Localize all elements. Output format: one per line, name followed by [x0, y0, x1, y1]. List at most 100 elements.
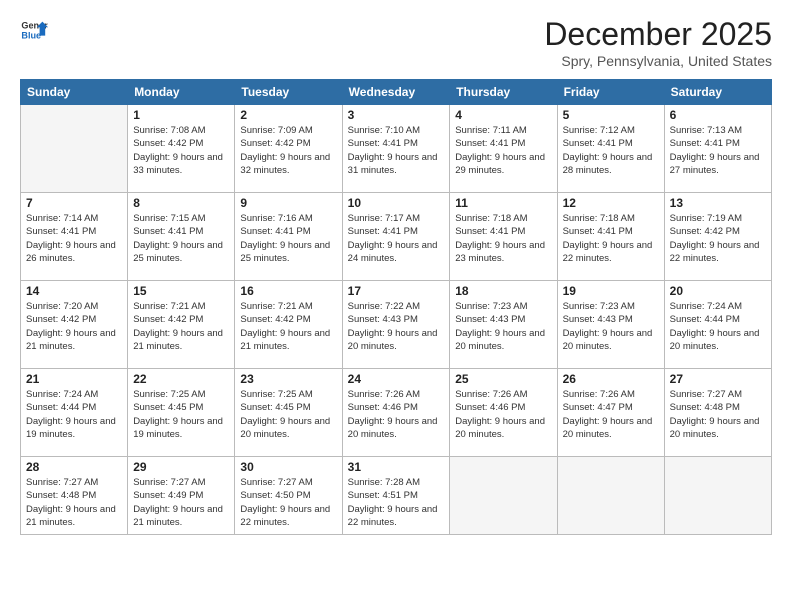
- calendar-cell: 16 Sunrise: 7:21 AM Sunset: 4:42 PM Dayli…: [235, 281, 342, 369]
- day-number: 19: [563, 284, 659, 298]
- day-info: Sunrise: 7:22 AM Sunset: 4:43 PM Dayligh…: [348, 300, 445, 353]
- day-info: Sunrise: 7:24 AM Sunset: 4:44 PM Dayligh…: [26, 388, 122, 441]
- column-header-saturday: Saturday: [664, 80, 771, 105]
- day-number: 9: [240, 196, 336, 210]
- day-number: 24: [348, 372, 445, 386]
- day-number: 5: [563, 108, 659, 122]
- day-info: Sunrise: 7:23 AM Sunset: 4:43 PM Dayligh…: [455, 300, 551, 353]
- day-number: 22: [133, 372, 229, 386]
- calendar-cell: 31 Sunrise: 7:28 AM Sunset: 4:51 PM Dayli…: [342, 457, 450, 535]
- calendar-cell: 10 Sunrise: 7:17 AM Sunset: 4:41 PM Dayli…: [342, 193, 450, 281]
- day-info: Sunrise: 7:25 AM Sunset: 4:45 PM Dayligh…: [240, 388, 336, 441]
- day-number: 17: [348, 284, 445, 298]
- calendar-cell: 14Sunrise: 7:20 AM Sunset: 4:42 PM Dayli…: [21, 281, 128, 369]
- day-number: 28: [26, 460, 122, 474]
- day-number: 15: [133, 284, 229, 298]
- day-info: Sunrise: 7:17 AM Sunset: 4:41 PM Dayligh…: [348, 212, 445, 265]
- day-number: 6: [670, 108, 766, 122]
- calendar-header-row: SundayMondayTuesdayWednesdayThursdayFrid…: [21, 80, 772, 105]
- calendar-cell: 27 Sunrise: 7:27 AM Sunset: 4:48 PM Dayli…: [664, 369, 771, 457]
- logo: General Blue: [20, 16, 48, 44]
- calendar-cell: 18Sunrise: 7:23 AM Sunset: 4:43 PM Dayli…: [450, 281, 557, 369]
- day-info: Sunrise: 7:27 AM Sunset: 4:49 PM Dayligh…: [133, 476, 229, 529]
- column-header-wednesday: Wednesday: [342, 80, 450, 105]
- day-info: Sunrise: 7:25 AM Sunset: 4:45 PM Dayligh…: [133, 388, 229, 441]
- calendar-cell: 3Sunrise: 7:10 AM Sunset: 4:41 PM Daylig…: [342, 105, 450, 193]
- day-number: 16: [240, 284, 336, 298]
- calendar-cell: 17 Sunrise: 7:22 AM Sunset: 4:43 PM Dayli…: [342, 281, 450, 369]
- calendar-cell: 22 Sunrise: 7:25 AM Sunset: 4:45 PM Dayli…: [128, 369, 235, 457]
- calendar-cell: 23 Sunrise: 7:25 AM Sunset: 4:45 PM Dayli…: [235, 369, 342, 457]
- day-info: Sunrise: 7:21 AM Sunset: 4:42 PM Dayligh…: [133, 300, 229, 353]
- header: General Blue December 2025 Spry, Pennsyl…: [20, 16, 772, 69]
- day-info: Sunrise: 7:26 AM Sunset: 4:47 PM Dayligh…: [563, 388, 659, 441]
- calendar-cell: [557, 457, 664, 535]
- day-info: Sunrise: 7:15 AM Sunset: 4:41 PM Dayligh…: [133, 212, 229, 265]
- column-header-sunday: Sunday: [21, 80, 128, 105]
- day-info: Sunrise: 7:08 AM Sunset: 4:42 PM Dayligh…: [133, 124, 229, 177]
- calendar-cell: 24Sunrise: 7:26 AM Sunset: 4:46 PM Dayli…: [342, 369, 450, 457]
- day-number: 7: [26, 196, 122, 210]
- day-number: 31: [348, 460, 445, 474]
- calendar-cell: 25 Sunrise: 7:26 AM Sunset: 4:46 PM Dayli…: [450, 369, 557, 457]
- day-number: 12: [563, 196, 659, 210]
- day-number: 1: [133, 108, 229, 122]
- day-number: 25: [455, 372, 551, 386]
- day-info: Sunrise: 7:11 AM Sunset: 4:41 PM Dayligh…: [455, 124, 551, 177]
- calendar-cell: 6 Sunrise: 7:13 AM Sunset: 4:41 PM Daylig…: [664, 105, 771, 193]
- calendar: SundayMondayTuesdayWednesdayThursdayFrid…: [20, 79, 772, 535]
- calendar-cell: 1 Sunrise: 7:08 AM Sunset: 4:42 PM Daylig…: [128, 105, 235, 193]
- calendar-cell: 7 Sunrise: 7:14 AM Sunset: 4:41 PM Daylig…: [21, 193, 128, 281]
- column-header-tuesday: Tuesday: [235, 80, 342, 105]
- calendar-cell: 26 Sunrise: 7:26 AM Sunset: 4:47 PM Dayli…: [557, 369, 664, 457]
- calendar-cell: 13 Sunrise: 7:19 AM Sunset: 4:42 PM Dayli…: [664, 193, 771, 281]
- day-info: Sunrise: 7:21 AM Sunset: 4:42 PM Dayligh…: [240, 300, 336, 353]
- column-header-thursday: Thursday: [450, 80, 557, 105]
- day-info: Sunrise: 7:27 AM Sunset: 4:50 PM Dayligh…: [240, 476, 336, 529]
- logo-icon: General Blue: [20, 16, 48, 44]
- calendar-cell: 15 Sunrise: 7:21 AM Sunset: 4:42 PM Dayli…: [128, 281, 235, 369]
- day-info: Sunrise: 7:26 AM Sunset: 4:46 PM Dayligh…: [455, 388, 551, 441]
- day-info: Sunrise: 7:27 AM Sunset: 4:48 PM Dayligh…: [670, 388, 766, 441]
- day-info: Sunrise: 7:13 AM Sunset: 4:41 PM Dayligh…: [670, 124, 766, 177]
- day-number: 3: [348, 108, 445, 122]
- day-number: 20: [670, 284, 766, 298]
- day-info: Sunrise: 7:18 AM Sunset: 4:41 PM Dayligh…: [563, 212, 659, 265]
- calendar-cell: [450, 457, 557, 535]
- day-info: Sunrise: 7:19 AM Sunset: 4:42 PM Dayligh…: [670, 212, 766, 265]
- calendar-cell: 29 Sunrise: 7:27 AM Sunset: 4:49 PM Dayli…: [128, 457, 235, 535]
- day-info: Sunrise: 7:12 AM Sunset: 4:41 PM Dayligh…: [563, 124, 659, 177]
- day-info: Sunrise: 7:27 AM Sunset: 4:48 PM Dayligh…: [26, 476, 122, 529]
- day-info: Sunrise: 7:23 AM Sunset: 4:43 PM Dayligh…: [563, 300, 659, 353]
- calendar-cell: 2Sunrise: 7:09 AM Sunset: 4:42 PM Daylig…: [235, 105, 342, 193]
- calendar-cell: 19 Sunrise: 7:23 AM Sunset: 4:43 PM Dayli…: [557, 281, 664, 369]
- svg-text:Blue: Blue: [21, 30, 41, 40]
- day-info: Sunrise: 7:20 AM Sunset: 4:42 PM Dayligh…: [26, 300, 122, 353]
- calendar-cell: 8Sunrise: 7:15 AM Sunset: 4:41 PM Daylig…: [128, 193, 235, 281]
- location: Spry, Pennsylvania, United States: [544, 53, 772, 69]
- day-number: 27: [670, 372, 766, 386]
- calendar-cell: 20Sunrise: 7:24 AM Sunset: 4:44 PM Dayli…: [664, 281, 771, 369]
- calendar-cell: 28 Sunrise: 7:27 AM Sunset: 4:48 PM Dayli…: [21, 457, 128, 535]
- calendar-cell: [664, 457, 771, 535]
- day-info: Sunrise: 7:16 AM Sunset: 4:41 PM Dayligh…: [240, 212, 336, 265]
- day-info: Sunrise: 7:28 AM Sunset: 4:51 PM Dayligh…: [348, 476, 445, 529]
- day-number: 29: [133, 460, 229, 474]
- month-title: December 2025: [544, 16, 772, 53]
- day-number: 4: [455, 108, 551, 122]
- day-number: 26: [563, 372, 659, 386]
- day-number: 23: [240, 372, 336, 386]
- day-number: 13: [670, 196, 766, 210]
- day-info: Sunrise: 7:09 AM Sunset: 4:42 PM Dayligh…: [240, 124, 336, 177]
- day-number: 21: [26, 372, 122, 386]
- day-info: Sunrise: 7:14 AM Sunset: 4:41 PM Dayligh…: [26, 212, 122, 265]
- day-number: 10: [348, 196, 445, 210]
- day-number: 30: [240, 460, 336, 474]
- calendar-cell: 4 Sunrise: 7:11 AM Sunset: 4:41 PM Daylig…: [450, 105, 557, 193]
- calendar-cell: 11Sunrise: 7:18 AM Sunset: 4:41 PM Dayli…: [450, 193, 557, 281]
- calendar-cell: 9 Sunrise: 7:16 AM Sunset: 4:41 PM Daylig…: [235, 193, 342, 281]
- title-area: December 2025 Spry, Pennsylvania, United…: [544, 16, 772, 69]
- column-header-monday: Monday: [128, 80, 235, 105]
- calendar-cell: [21, 105, 128, 193]
- calendar-cell: 30 Sunrise: 7:27 AM Sunset: 4:50 PM Dayli…: [235, 457, 342, 535]
